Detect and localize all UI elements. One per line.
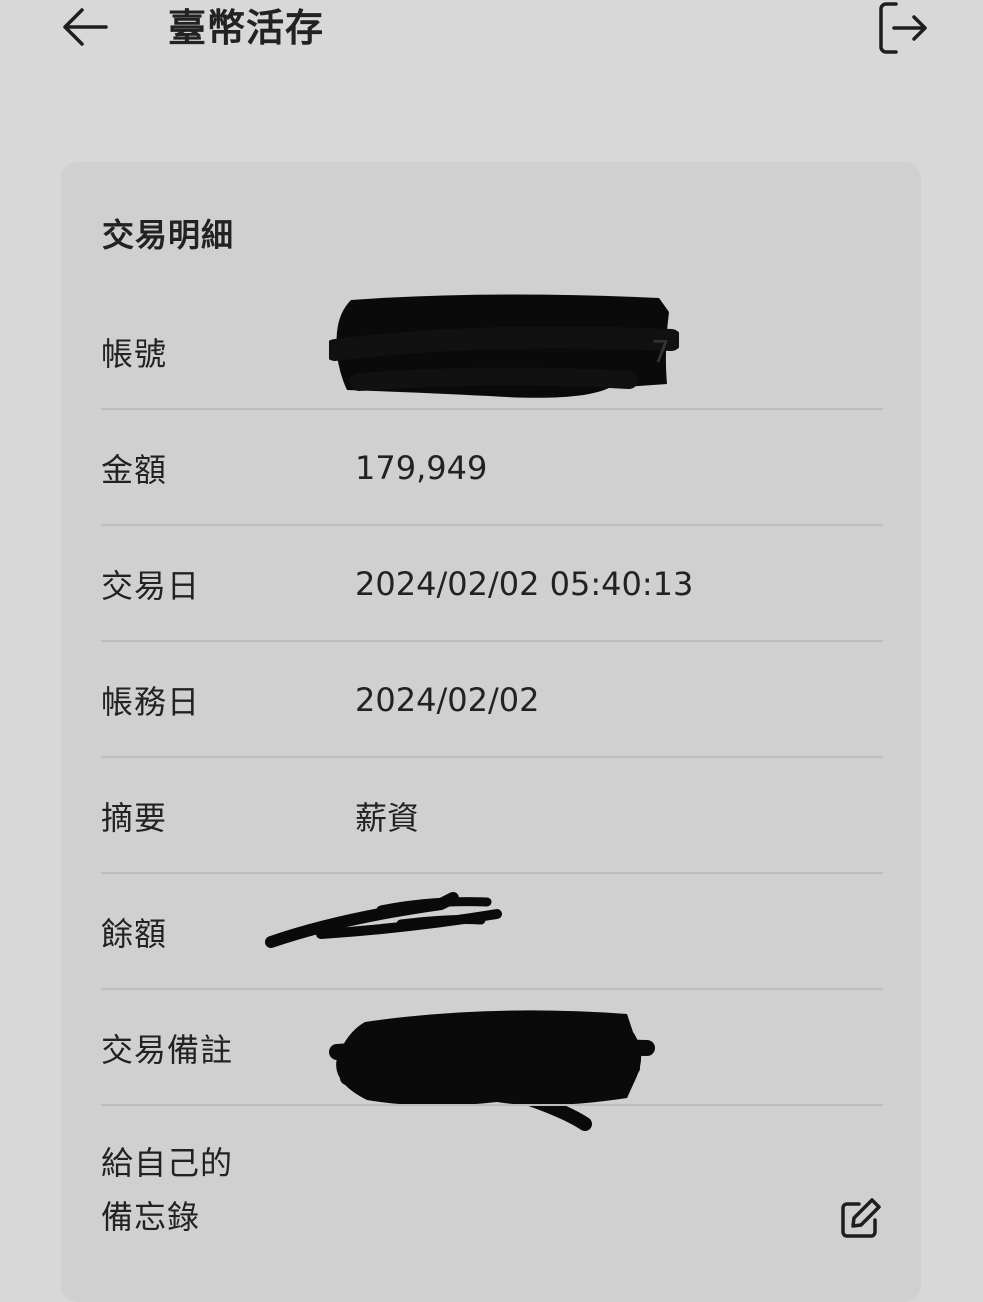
accounting-date-value: 2024/02/02 bbox=[355, 681, 540, 719]
memo-label: 給自己的 備忘錄 bbox=[101, 1136, 233, 1244]
row-transaction-date: 交易日 2024/02/02 05:40:13 bbox=[101, 526, 883, 642]
amount-label: 金額 bbox=[101, 451, 168, 489]
svg-text:7: 7 bbox=[651, 335, 670, 370]
memo-label-line2: 備忘錄 bbox=[101, 1198, 201, 1236]
app-header: 臺幣活存 bbox=[0, 0, 983, 70]
row-accounting-date: 帳務日 2024/02/02 bbox=[101, 642, 883, 758]
accounting-date-label: 帳務日 bbox=[101, 683, 201, 721]
balance-label: 餘額 bbox=[101, 915, 168, 953]
card-title: 交易明細 bbox=[102, 216, 235, 254]
redaction-mark bbox=[265, 892, 502, 948]
edit-memo-button[interactable] bbox=[837, 1194, 885, 1242]
edit-icon bbox=[841, 1198, 881, 1238]
logout-button[interactable] bbox=[868, 0, 932, 56]
amount-value: 179,949 bbox=[355, 449, 488, 487]
summary-value: 薪資 bbox=[355, 799, 420, 837]
redaction-mark: 7 bbox=[329, 294, 679, 398]
row-summary: 摘要 薪資 bbox=[101, 758, 883, 874]
logout-icon bbox=[879, 2, 927, 54]
memo-label-line1: 給自己的 bbox=[101, 1144, 234, 1182]
transaction-date-label: 交易日 bbox=[101, 567, 201, 605]
redaction-mark bbox=[329, 1010, 655, 1131]
transaction-detail-card: 交易明細 帳號 7 金額 179,949 交易日 2024/02/02 05:4… bbox=[61, 162, 921, 1302]
divider bbox=[101, 1104, 883, 1106]
transaction-note-label: 交易備註 bbox=[101, 1031, 234, 1069]
arrow-left-icon bbox=[63, 8, 108, 46]
transaction-date-value: 2024/02/02 05:40:13 bbox=[355, 565, 694, 603]
back-button[interactable] bbox=[54, 2, 114, 52]
summary-label: 摘要 bbox=[101, 799, 168, 837]
row-amount: 金額 179,949 bbox=[101, 410, 883, 526]
page-title: 臺幣活存 bbox=[168, 6, 325, 50]
account-label: 帳號 bbox=[101, 335, 168, 373]
